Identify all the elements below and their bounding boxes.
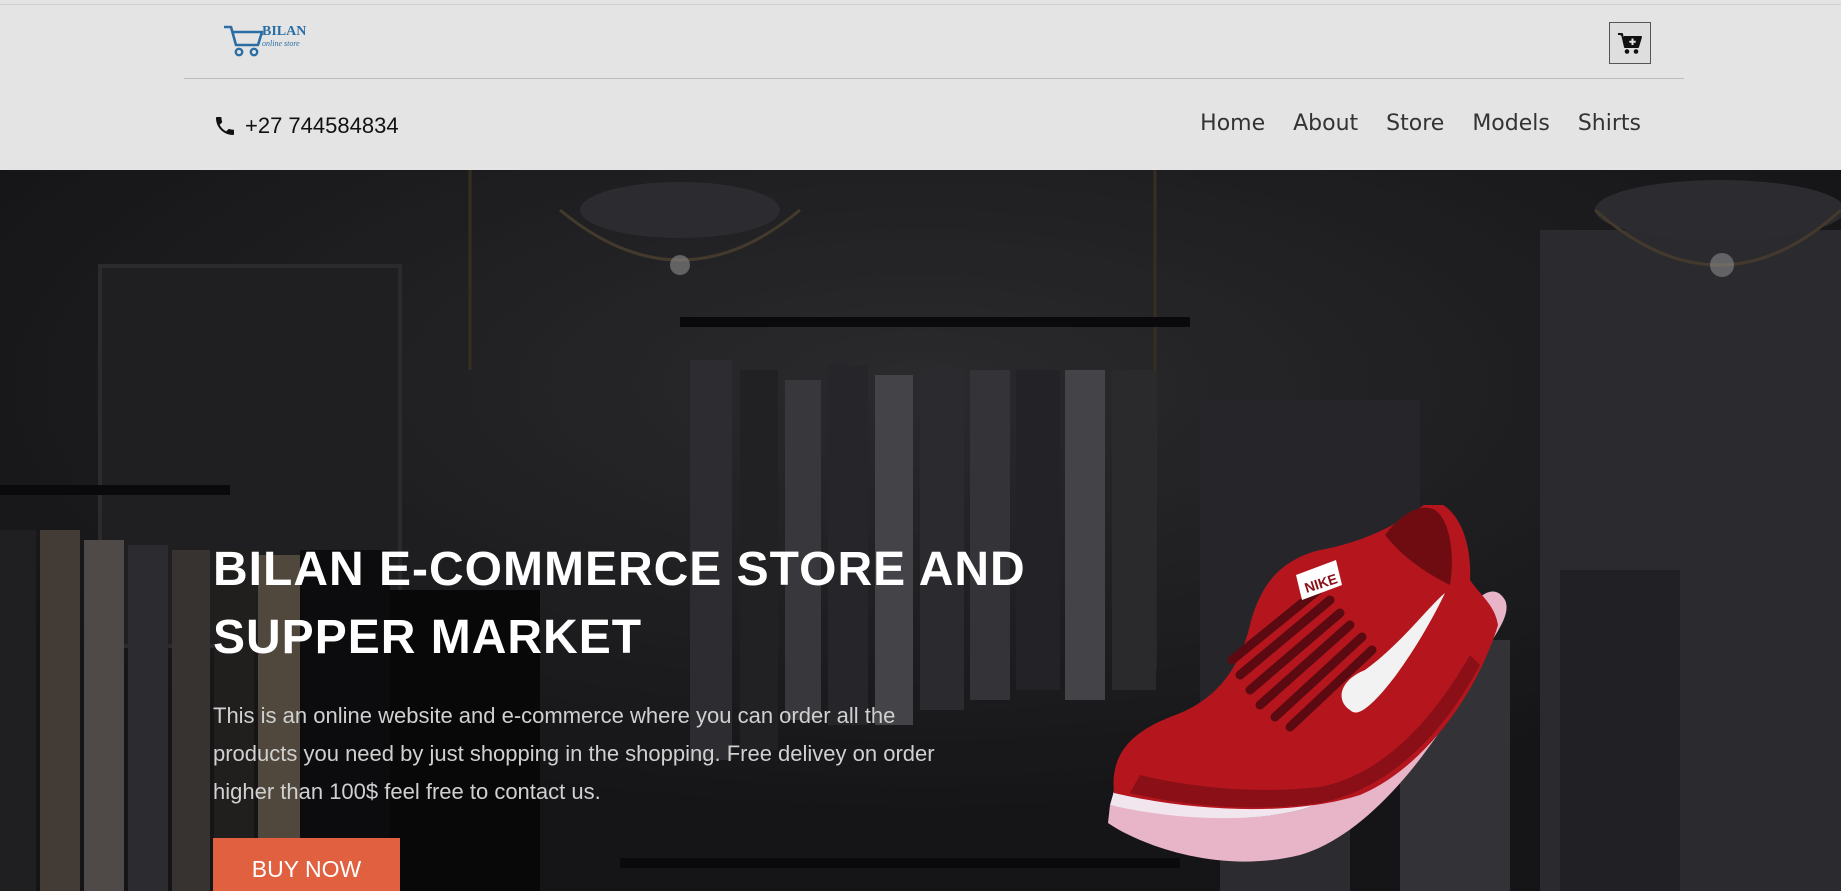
phone-contact: +27 744584834 xyxy=(213,113,399,139)
nav-store[interactable]: Store xyxy=(1386,111,1444,136)
header-divider xyxy=(184,78,1684,79)
hero-description: This is an online website and e-commerce… xyxy=(213,703,935,804)
site-header: BILAN online store +27 744584834 Home Ab… xyxy=(0,5,1841,170)
nav-about[interactable]: About xyxy=(1293,111,1358,136)
cart-button[interactable] xyxy=(1609,22,1651,64)
logo-text: BILAN xyxy=(262,24,307,39)
main-nav: Home About Store Models Shirts xyxy=(1200,111,1641,136)
buy-now-button[interactable]: BUY NOW xyxy=(213,838,400,891)
logo-subtext: online store xyxy=(262,39,300,48)
nav-home[interactable]: Home xyxy=(1200,111,1265,136)
hero-section: BILAN E-COMMERCE STORE AND SUPPER MARKET… xyxy=(0,170,1841,891)
phone-icon xyxy=(216,117,234,135)
nav-shirts[interactable]: Shirts xyxy=(1578,111,1641,136)
nav-models[interactable]: Models xyxy=(1472,111,1550,136)
cart-plus-icon xyxy=(1618,33,1642,54)
nike-shoe-product-image[interactable]: NIKE xyxy=(1100,505,1520,890)
hero-title: BILAN E-COMMERCE STORE AND SUPPER MARKET xyxy=(213,543,1026,664)
phone-number: +27 744584834 xyxy=(245,113,399,138)
